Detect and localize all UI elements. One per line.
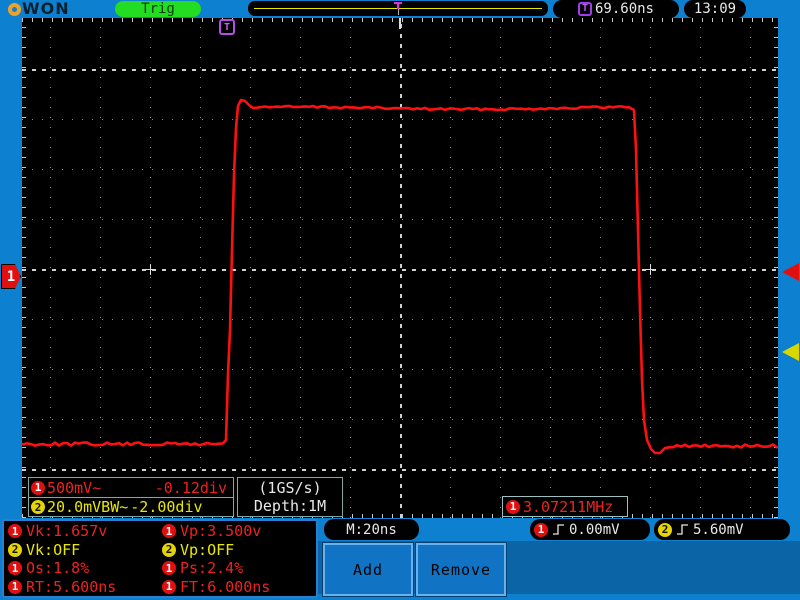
measure-label: Vp:3.500v [180, 522, 261, 540]
measurement-item: 1 RT:5.600ns [8, 578, 162, 596]
trigger-level-readout-ch1: 1 0.00mV [530, 519, 650, 540]
channel2-info-box: 2 20.0mVBW~-2.00div [28, 497, 234, 517]
sample-rate: (1GS/s) [258, 479, 321, 497]
measurement-item: 1 Ps:2.4% [162, 559, 316, 577]
channel1-badge: 1 [31, 481, 45, 495]
measure-ch-badge: 1 [162, 580, 176, 594]
acquisition-info-box: (1GS/s) Depth:1M [237, 477, 343, 517]
trigger-position-marker[interactable] [394, 2, 402, 15]
waveform-trace [22, 18, 778, 518]
measure-label: RT:5.600ns [26, 578, 116, 596]
channel1-position: -0.12div [155, 479, 227, 497]
measurement-item: 1 Vk:1.657v [8, 522, 162, 540]
measure-ch-badge: 2 [8, 543, 22, 557]
timebase-readout: M:20ns [324, 519, 419, 540]
trigger-status-badge: Trig [115, 1, 201, 17]
measurement-item: 2 Vp:OFF [162, 541, 316, 559]
trigger1-badge: 1 [534, 523, 548, 537]
frequency-counter-badge: 1 [506, 500, 520, 514]
memory-depth: Depth:1M [254, 497, 326, 515]
measure-ch-badge: 1 [8, 580, 22, 594]
measurement-item: 1 Vp:3.500v [162, 522, 316, 540]
trigger-marker-tail [398, 9, 399, 15]
measure-label: Vp:OFF [180, 541, 234, 559]
channel2-position: -2.00div [130, 498, 202, 516]
frequency-counter-value: 3.07211MHz [523, 498, 613, 516]
logo-ring-icon [8, 3, 21, 16]
trigger1-level: 0.00mV [569, 522, 620, 538]
oscilloscope-screen: WON Trig T 69.60ns 13:09 T [0, 0, 800, 600]
horizontal-preview-bar [248, 1, 548, 16]
channel1-scale: 500mV~ [47, 479, 101, 497]
measure-ch-badge: 1 [8, 524, 22, 538]
channel2-scale: 20.0mVBW~ [47, 498, 128, 516]
measure-label: Vk:OFF [26, 541, 80, 559]
trigger-level-readout-ch2: 2 5.60mV [654, 519, 790, 540]
channel1-position-marker[interactable]: 1 [1, 264, 21, 289]
top-bar: WON Trig T 69.60ns 13:09 [0, 0, 800, 18]
trigger-time-value: 69.60ns [595, 1, 654, 17]
trigger2-level: 5.60mV [693, 522, 744, 538]
graticule: T [22, 18, 778, 518]
measure-label: Ps:2.4% [180, 559, 243, 577]
trigger-level-arrow-ch1[interactable] [782, 263, 799, 281]
measure-ch-badge: 1 [8, 561, 22, 575]
channel1-info-box: 1 500mV~ -0.12div [28, 477, 234, 498]
channel2-badge: 2 [31, 500, 45, 514]
add-button[interactable]: Add [323, 543, 413, 596]
measurement-item: 2 Vk:OFF [8, 541, 162, 559]
bottom-bar: 1 Vk:1.657v 1 Vp:3.500v 2 Vk:OFF 2 Vp:OF… [0, 518, 800, 600]
trigger-time-readout: T 69.60ns [553, 0, 679, 18]
rising-edge-icon [552, 523, 565, 536]
measure-label: Os:1.8% [26, 559, 89, 577]
measurements-panel: 1 Vk:1.657v 1 Vp:3.500v 2 Vk:OFF 2 Vp:OF… [2, 519, 318, 598]
measurement-item: 1 FT:6.000ns [162, 578, 316, 596]
owon-logo: WON [8, 0, 70, 18]
frequency-counter-box: 1 3.07211MHz [502, 496, 628, 517]
trigger-level-arrow-ch2[interactable] [782, 343, 799, 361]
measure-ch-badge: 2 [162, 543, 176, 557]
trigger2-badge: 2 [658, 523, 672, 537]
logo-text: WON [22, 1, 70, 17]
trigger-t-icon: T [578, 2, 592, 16]
measure-label: FT:6.000ns [180, 578, 270, 596]
rising-edge-icon [676, 523, 689, 536]
measurement-item: 1 Os:1.8% [8, 559, 162, 577]
remove-button[interactable]: Remove [416, 543, 506, 596]
clock-readout: 13:09 [684, 0, 746, 18]
measure-label: Vk:1.657v [26, 522, 107, 540]
measure-ch-badge: 1 [162, 561, 176, 575]
measure-ch-badge: 1 [162, 524, 176, 538]
